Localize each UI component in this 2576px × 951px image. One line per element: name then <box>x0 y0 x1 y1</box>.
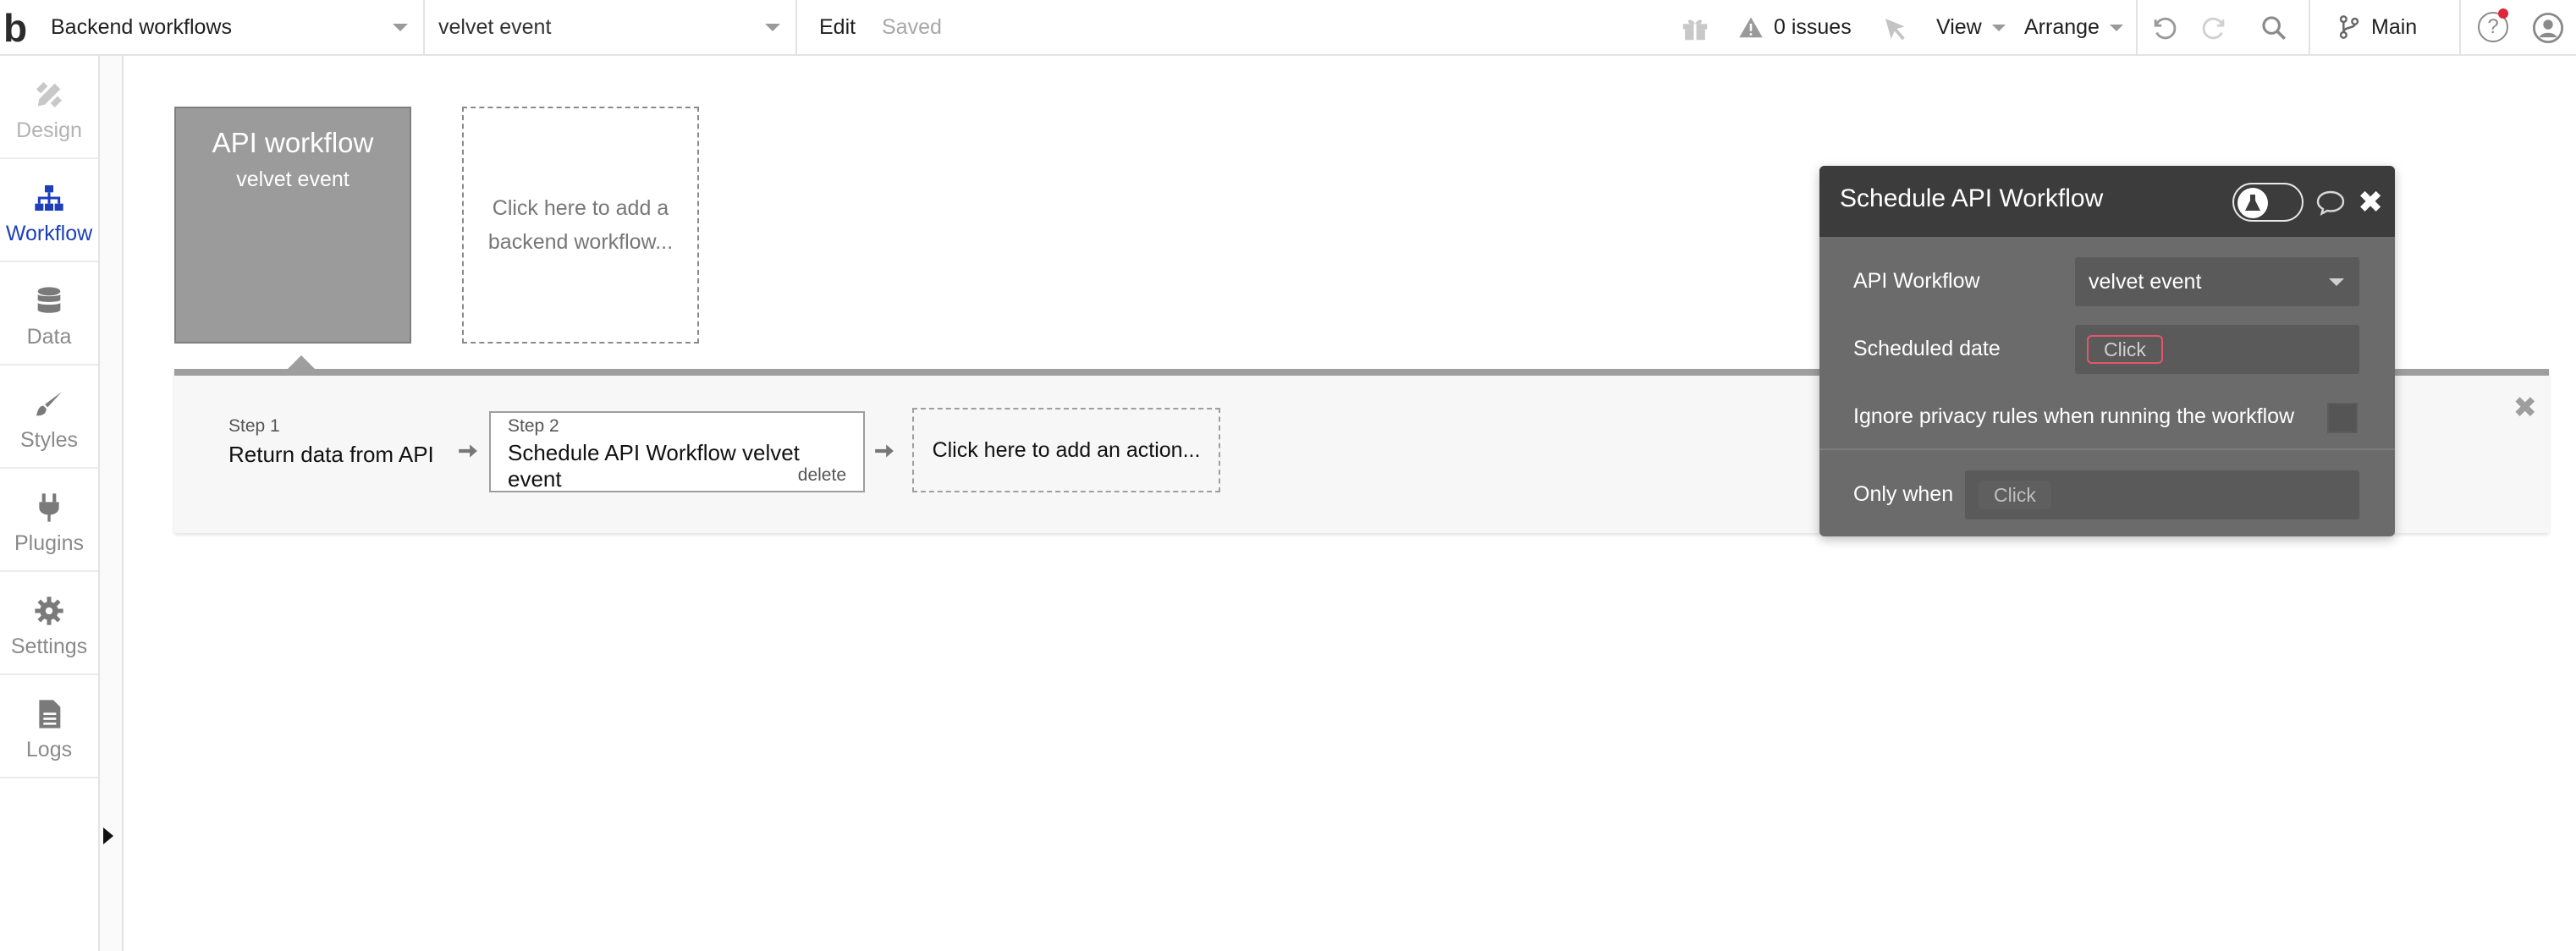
chevron-down-icon <box>393 24 408 31</box>
plug-icon <box>39 493 59 522</box>
add-backend-line2: backend workflow... <box>487 230 674 254</box>
sidebar-item-label: Data <box>26 325 72 349</box>
sidebar-item-label: Logs <box>25 738 73 761</box>
bubble-logo[interactable]: b <box>3 7 34 49</box>
arrow-right-icon <box>459 444 477 458</box>
sidebar-item-label: Workflow <box>5 222 93 245</box>
page-dropdown[interactable]: Backend workflows <box>37 0 425 54</box>
divider <box>2136 0 2138 54</box>
sidebar-item-logs[interactable]: Logs <box>0 675 98 778</box>
gift-icon[interactable] <box>1679 12 1711 44</box>
property-editor-title: Schedule API Workflow velvet event <box>1840 184 2111 212</box>
warning-icon[interactable] <box>1738 15 1764 41</box>
undo-icon[interactable] <box>2149 14 2178 42</box>
test-mode-toggle[interactable] <box>2232 183 2304 222</box>
only-when-label: Only when <box>1853 482 1954 506</box>
workflow-dropdown[interactable]: velvet event <box>425 0 797 54</box>
user-avatar-icon[interactable] <box>2532 12 2564 44</box>
saved-status: Saved <box>882 15 942 39</box>
step-number: Step 2 <box>508 416 559 436</box>
divider <box>2309 0 2310 54</box>
step-number: Step 1 <box>228 416 280 436</box>
sidebar-item-plugins[interactable]: Plugins <box>0 469 98 572</box>
pencil-ruler-icon <box>36 82 62 107</box>
sidebar-item-workflow[interactable]: Workflow <box>0 159 98 262</box>
sitemap-icon <box>35 185 63 211</box>
api-workflow-trigger[interactable]: API workflow velvet event <box>174 107 411 344</box>
view-label: View <box>1936 15 1982 39</box>
document-icon <box>39 700 61 728</box>
redo-icon[interactable] <box>2200 14 2229 42</box>
trigger-subtitle: velvet event <box>236 168 350 191</box>
api-workflow-value: velvet event <box>2089 270 2202 294</box>
view-menu[interactable]: View <box>1936 0 2006 54</box>
issues-count[interactable]: 0 issues <box>1774 0 1852 54</box>
close-icon[interactable]: ✖ <box>2358 184 2383 220</box>
left-sidebar: Design Workflow Data Styles Plugins Sett… <box>0 56 100 951</box>
top-bar: b Backend workflows velvet event Edit Sa… <box>0 0 2576 56</box>
gear-icon <box>35 596 63 625</box>
step-2[interactable]: Step 2 Schedule API Workflow velvet even… <box>489 411 865 492</box>
arrow-right-icon <box>875 444 894 458</box>
delete-step-link[interactable]: delete <box>798 465 846 486</box>
close-icon[interactable]: ✖ <box>2513 391 2538 425</box>
chevron-down-icon <box>1991 25 2006 32</box>
sidebar-item-label: Styles <box>19 428 79 452</box>
arrange-label: Arrange <box>2024 15 2100 39</box>
chevron-down-icon <box>2329 278 2344 286</box>
branch-icon[interactable] <box>2336 14 2363 41</box>
expand-sidebar-icon[interactable] <box>103 827 113 844</box>
page-dropdown-value: Backend workflows <box>51 15 232 39</box>
branch-name[interactable]: Main <box>2371 0 2417 54</box>
database-icon <box>37 287 61 313</box>
scheduled-date-field[interactable]: Click <box>2075 325 2359 374</box>
divider <box>2459 0 2461 54</box>
sidebar-item-design[interactable]: Design <box>0 56 98 159</box>
step-1[interactable]: Step 1 Return data from API <box>228 416 434 468</box>
chevron-down-icon <box>765 24 780 31</box>
scheduled-date-label: Scheduled date <box>1853 337 2001 360</box>
api-workflow-label: API Workflow <box>1853 269 1980 293</box>
add-backend-line1: Click here to add a <box>492 196 669 220</box>
ignore-privacy-checkbox[interactable] <box>2327 403 2358 433</box>
arrange-menu[interactable]: Arrange <box>2024 0 2123 54</box>
trigger-title: API workflow <box>212 127 374 158</box>
api-workflow-dropdown[interactable]: velvet event <box>2075 257 2359 306</box>
sidebar-item-label: Design <box>16 118 82 142</box>
property-editor-header[interactable]: Schedule API Workflow velvet event ✖ <box>1819 166 2395 237</box>
toggle-knob <box>2237 188 2268 218</box>
step-title: Return data from API <box>228 442 434 467</box>
add-action-button[interactable]: Click here to add an action... <box>912 408 1220 492</box>
add-backend-workflow-button[interactable]: Click here to add a backend workflow... <box>462 107 699 344</box>
flask-icon <box>2245 195 2260 211</box>
search-icon[interactable] <box>2260 14 2288 42</box>
sidebar-collapse-strip <box>100 56 124 951</box>
workflow-dropdown-value: velvet event <box>438 15 552 39</box>
notification-dot <box>2498 8 2508 19</box>
divider <box>1819 448 2395 450</box>
sidebar-item-label: Settings <box>10 635 88 658</box>
ignore-privacy-label: Ignore privacy rules when running the wo… <box>1853 404 2295 428</box>
chevron-down-icon <box>2109 25 2123 32</box>
property-editor: Schedule API Workflow velvet event ✖ API… <box>1819 166 2395 536</box>
only-when-field[interactable]: Click <box>1965 470 2359 519</box>
trigger-pointer <box>288 355 315 369</box>
sidebar-item-styles[interactable]: Styles <box>0 366 98 469</box>
sidebar-item-label: Plugins <box>14 531 84 555</box>
app-root: b Backend workflows velvet event Edit Sa… <box>0 0 2576 951</box>
scheduled-date-placeholder[interactable]: Click <box>2087 335 2163 364</box>
step-title: Schedule API Workflow velvet event <box>508 440 800 492</box>
edit-menu[interactable]: Edit <box>819 0 856 54</box>
comment-icon[interactable] <box>2315 188 2346 217</box>
brush-icon <box>36 392 62 416</box>
sidebar-item-data[interactable]: Data <box>0 262 98 366</box>
only-when-placeholder[interactable]: Click <box>1979 481 2051 509</box>
cursor-icon[interactable] <box>1882 15 1909 42</box>
sidebar-item-settings[interactable]: Settings <box>0 572 98 675</box>
